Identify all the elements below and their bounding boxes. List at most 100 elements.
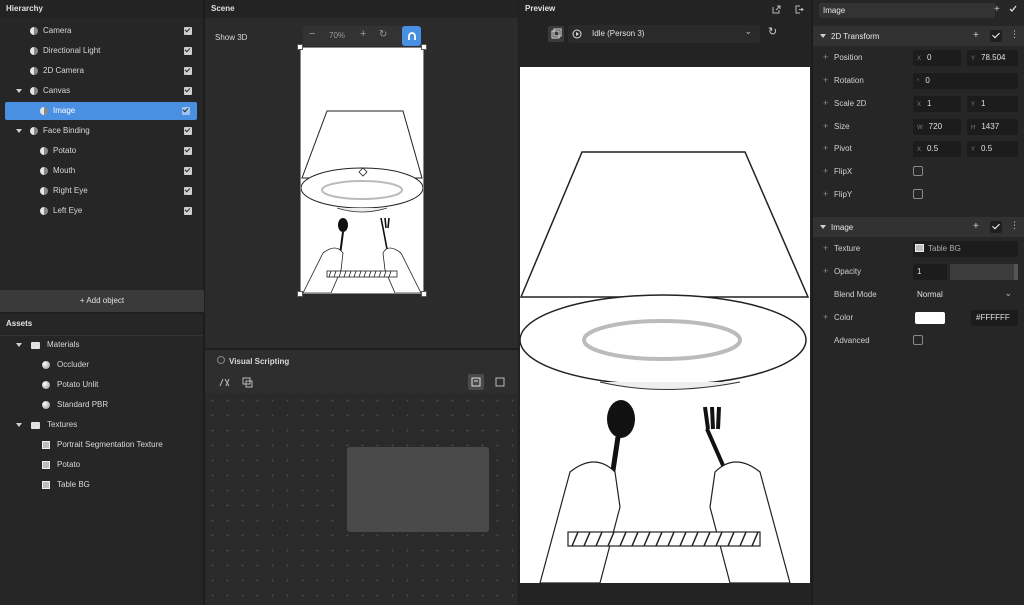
color-hex-field[interactable]: #FFFFFF [971,310,1018,326]
scene-viewport-image[interactable] [297,44,427,297]
position-x-field[interactable]: X0 [913,50,961,66]
add-component-button[interactable]: + [994,4,1000,15]
more-options-icon[interactable]: ⋮ [1010,29,1019,40]
chevron-down-icon[interactable] [820,225,826,229]
image-section-header[interactable]: Image + ⋮ [813,217,1024,237]
enabled-checkbox[interactable] [1009,5,1017,13]
hierarchy-item-left-eye[interactable]: Left Eye [0,202,204,220]
hierarchy-item-image[interactable]: Image [5,102,197,120]
visibility-checkbox[interactable] [182,107,190,115]
opacity-field[interactable]: 1 [913,264,947,280]
axis-label: ° [917,79,920,85]
visibility-checkbox[interactable] [184,167,192,175]
opacity-slider[interactable] [950,264,1018,280]
hierarchy-item-canvas[interactable]: Canvas [0,82,204,100]
plus-icon[interactable]: + [823,166,828,176]
chevron-down-icon[interactable] [16,129,22,133]
flipx-checkbox[interactable] [913,166,923,176]
chevron-down-icon[interactable] [16,423,22,427]
asset-item-portrait-segmentation-texture[interactable]: Portrait Segmentation Texture [0,436,204,454]
object-name-input[interactable]: Image [819,3,995,18]
asset-item-occluder[interactable]: Occluder [0,356,204,374]
exit-icon[interactable] [795,5,804,14]
plus-icon[interactable]: + [823,189,828,199]
advanced-checkbox[interactable] [913,335,923,345]
visibility-checkbox[interactable] [184,27,192,35]
frame-icon[interactable] [242,377,253,388]
open-external-icon[interactable] [772,5,781,14]
asset-item-label: Potato Unlit [57,380,99,389]
transform-enabled-checkbox[interactable] [990,30,1002,42]
scale-x-field[interactable]: X1 [913,96,961,112]
refresh-preview-button[interactable]: ↻ [768,25,777,38]
assets-folder-textures[interactable]: Textures [0,416,204,434]
plus-icon[interactable]: + [823,98,828,108]
visibility-checkbox[interactable] [184,127,192,135]
asset-item-potato[interactable]: Potato [0,456,204,474]
texture-value: Table BG [928,244,961,253]
image-enabled-checkbox[interactable] [990,221,1002,233]
chevron-down-icon[interactable] [820,34,826,38]
graph-view-button[interactable] [468,374,484,390]
preview-viewport-image[interactable] [519,67,810,584]
plus-icon[interactable]: + [823,266,828,276]
assets-folder-materials[interactable]: Materials [0,336,204,354]
show-3d-toggle[interactable]: Show 3D [215,33,247,42]
add-property-button[interactable]: + [973,221,979,232]
hierarchy-item-right-eye[interactable]: Right Eye [0,182,204,200]
plus-icon[interactable]: + [823,75,828,85]
script-node[interactable] [347,447,489,532]
resize-handle[interactable] [421,291,427,297]
plus-icon[interactable]: + [823,312,828,322]
blend-mode-select[interactable]: Normal ⌄ [913,287,1018,303]
visual-scripting-canvas[interactable] [205,393,518,605]
asset-item-table-bg[interactable]: Table BG [0,476,204,494]
reset-view-button[interactable]: ↻ [379,29,387,40]
visibility-checkbox[interactable] [184,187,192,195]
visibility-checkbox[interactable] [184,147,192,155]
pivot-y-field[interactable]: Y 0.5 [967,141,1018,157]
chevron-down-icon[interactable] [16,89,22,93]
chevron-down-icon[interactable] [16,343,22,347]
zoom-out-button[interactable]: − [309,28,315,40]
rotation-field[interactable]: ° 0 [913,73,1018,89]
pivot-x-field[interactable]: X 0.5 [913,141,961,157]
plus-icon[interactable]: + [823,52,828,62]
flipy-checkbox[interactable] [913,189,923,199]
position-y-field[interactable]: Y 78.504 [967,50,1018,66]
resize-handle[interactable] [421,44,427,50]
plus-icon[interactable]: + [823,121,828,131]
visibility-checkbox[interactable] [184,87,192,95]
visibility-checkbox[interactable] [184,67,192,75]
visibility-checkbox[interactable] [184,47,192,55]
size-h-field[interactable]: H 1437 [967,119,1018,135]
function-icon[interactable] [219,377,230,388]
hierarchy-item-2d-camera[interactable]: 2D Camera [0,62,204,80]
texture-field[interactable]: Table BG [913,241,1018,257]
animation-select[interactable]: Idle (Person 3) ⌄ [568,25,760,43]
asset-item-standard-pbr[interactable]: Standard PBR [0,396,204,414]
hierarchy-item-mouth[interactable]: Mouth [0,162,204,180]
more-options-icon[interactable]: ⋮ [1010,220,1019,231]
color-swatch[interactable] [915,312,945,324]
fit-view-button[interactable] [492,374,508,390]
scale-y-field[interactable]: Y1 [967,96,1018,112]
transform-section-header[interactable]: 2D Transform + ⋮ [813,26,1024,46]
add-property-button[interactable]: + [973,30,979,41]
plus-icon[interactable]: + [823,143,828,153]
hierarchy-item-camera[interactable]: Camera [0,22,204,40]
size-w-field[interactable]: W 720 [913,119,961,135]
resize-handle[interactable] [297,291,303,297]
hierarchy-item-face-binding[interactable]: Face Binding [0,122,204,140]
resize-handle[interactable] [297,44,303,50]
plus-icon[interactable]: + [823,243,828,253]
zoom-in-button[interactable]: + [360,28,366,40]
hierarchy-item-potato[interactable]: Potato [0,142,204,160]
asset-item-potato-unlit[interactable]: Potato Unlit [0,376,204,394]
visibility-checkbox[interactable] [184,207,192,215]
person-preview-button[interactable] [548,26,564,42]
snap-magnet-button[interactable] [402,26,421,46]
add-object-button[interactable]: + Add object [0,290,204,312]
opacity-slider-handle[interactable] [1014,264,1018,280]
hierarchy-item-directional-light[interactable]: Directional Light [0,42,204,60]
